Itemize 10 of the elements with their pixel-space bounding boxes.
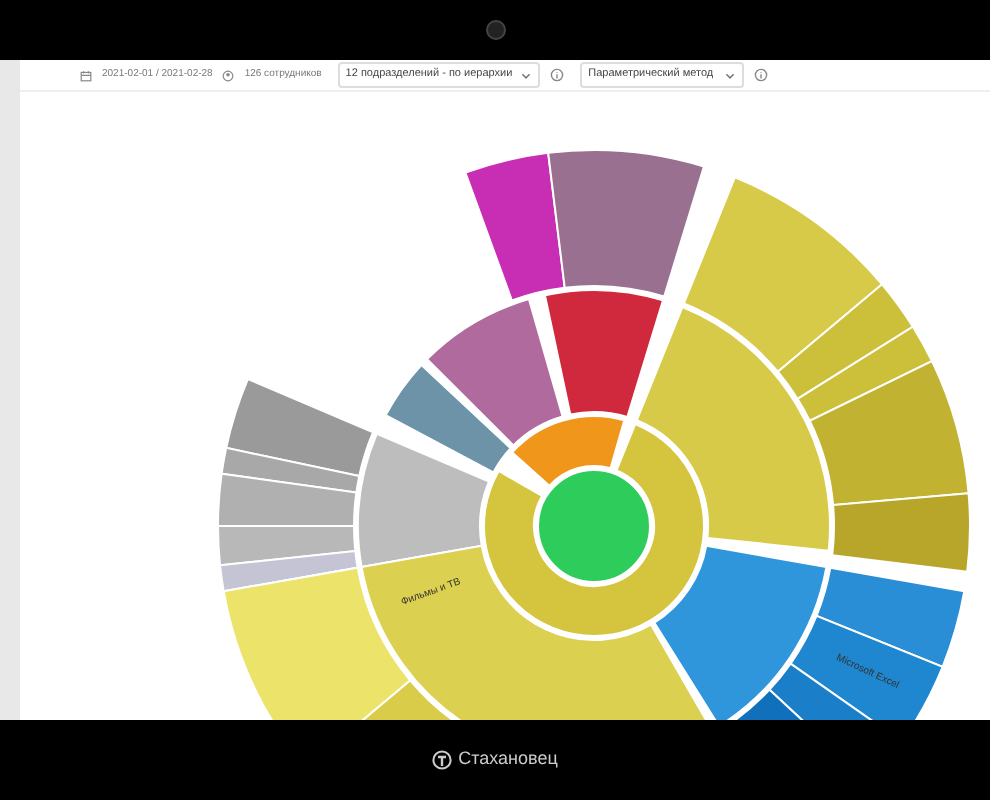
chevron-icon [520,69,533,81]
calendar-icon [80,69,92,81]
camera-icon [485,20,505,40]
info-icon [754,68,769,82]
brand-name: Стахановец [458,746,558,773]
user-icon [222,69,235,81]
chevron-icon [724,69,737,81]
sunburst-center [537,469,651,583]
logo-icon [432,750,453,770]
info-icon [550,68,565,82]
